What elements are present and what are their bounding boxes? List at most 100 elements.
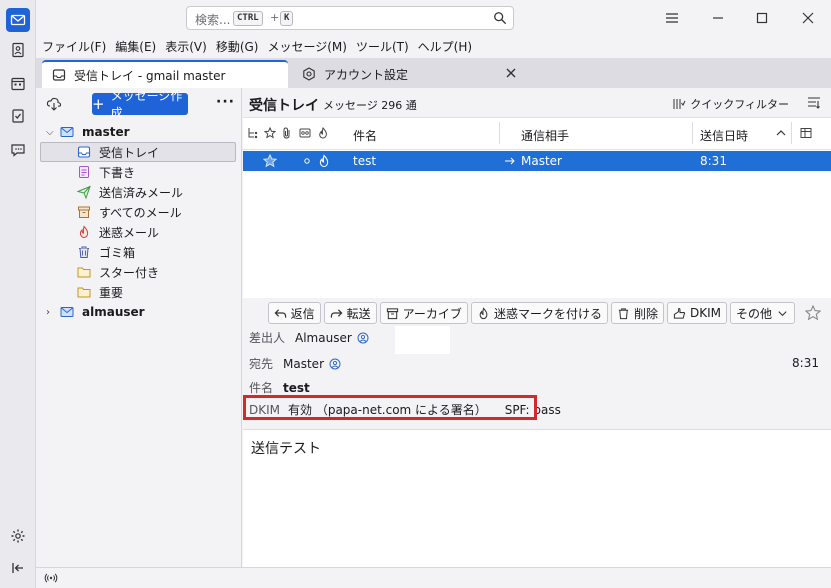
- read-dot-icon[interactable]: [300, 154, 314, 168]
- shortcut-key-k: K: [280, 11, 294, 26]
- trash-icon: [79, 246, 89, 258]
- menu-file[interactable]: ファイル(F): [42, 38, 106, 55]
- tab-account-settings[interactable]: アカウント設定: [292, 60, 540, 88]
- menu-go[interactable]: 移動(G): [216, 38, 259, 55]
- tab-inbox[interactable]: 受信トレイ - gmail master: [42, 60, 288, 88]
- to-value[interactable]: Master: [283, 357, 324, 371]
- mail-account-icon: [60, 127, 74, 137]
- tab-bar: 受信トレイ - gmail master アカウント設定: [36, 58, 831, 88]
- tasks-icon[interactable]: [6, 104, 30, 128]
- status-bar: [36, 567, 831, 588]
- mark-junk-label: 迷惑マークを付ける: [493, 306, 602, 321]
- settings-icon[interactable]: [6, 524, 30, 548]
- spaces-toolbar: [0, 0, 36, 588]
- star-icon[interactable]: [263, 154, 277, 168]
- display-options-icon[interactable]: [807, 96, 821, 110]
- thunderbird-window: 検索... CTRL + K ファイル(F) 編集(E) 表示(V) 移動(G)…: [0, 0, 831, 588]
- junk-column-icon[interactable]: [317, 127, 329, 139]
- attachment-column-icon[interactable]: [281, 127, 293, 139]
- global-search-input[interactable]: 検索... CTRL + K: [186, 6, 514, 30]
- more-button[interactable]: その他: [729, 302, 795, 324]
- folder-starred[interactable]: スター付き: [77, 262, 159, 282]
- column-divider[interactable]: [692, 122, 693, 144]
- quick-filter-button[interactable]: クイックフィルター: [672, 96, 789, 112]
- message-date: 8:31: [792, 356, 819, 370]
- column-subject[interactable]: 件名: [353, 127, 377, 144]
- menu-view[interactable]: 表示(V): [165, 38, 207, 55]
- table-row[interactable]: test Master 8:31: [243, 151, 831, 171]
- menu-tools[interactable]: ツール(T): [356, 38, 409, 55]
- filter-icon: [673, 99, 686, 109]
- mail-space-icon[interactable]: [6, 8, 30, 32]
- tab-account-settings-label: アカウント設定: [324, 67, 409, 82]
- to-label: 宛先: [249, 357, 274, 371]
- folder-sent[interactable]: 送信済みメール: [77, 182, 183, 202]
- dkim-hand-icon: [673, 307, 686, 319]
- folder-label: 送信済みメール: [99, 185, 184, 200]
- folder-all-mail[interactable]: すべてのメール: [77, 202, 182, 222]
- star-column-icon[interactable]: [264, 127, 276, 139]
- thread-column-icon[interactable]: [247, 127, 259, 139]
- from-value[interactable]: Almauser: [295, 331, 352, 345]
- junk-icon[interactable]: [317, 154, 331, 168]
- folder-trash[interactable]: ゴミ箱: [77, 242, 135, 262]
- menu-message[interactable]: メッセージ(M): [267, 38, 346, 55]
- menu-edit[interactable]: 編集(E): [115, 38, 156, 55]
- column-date[interactable]: 送信日時: [700, 127, 748, 144]
- menu-bar: ファイル(F) 編集(E) 表示(V) 移動(G) メッセージ(M) ツール(T…: [36, 36, 831, 56]
- account-almauser[interactable]: › almauser: [46, 302, 145, 322]
- folder-important[interactable]: 重要: [77, 282, 123, 302]
- junk-icon: [479, 306, 488, 319]
- sent-icon: [77, 185, 91, 199]
- search-icon[interactable]: [493, 11, 507, 25]
- column-correspondent[interactable]: 通信相手: [521, 127, 569, 144]
- row-subject: test: [353, 154, 377, 168]
- calendar-icon[interactable]: [6, 72, 30, 96]
- chat-icon[interactable]: [6, 138, 30, 162]
- app-menu-button[interactable]: [660, 6, 684, 30]
- column-divider[interactable]: [791, 122, 792, 144]
- folder-label: ゴミ箱: [99, 245, 136, 260]
- account-label: master: [82, 125, 130, 139]
- online-status-icon[interactable]: [44, 571, 58, 585]
- archive-label: アーカイブ: [402, 306, 462, 321]
- collapse-spaces-icon[interactable]: [6, 556, 30, 580]
- mail-account-icon: [60, 307, 74, 317]
- minimize-button[interactable]: [706, 6, 730, 30]
- get-messages-icon[interactable]: [46, 96, 62, 112]
- folder-pane-menu-icon[interactable]: ···: [216, 94, 235, 110]
- shortcut-key-ctrl: CTRL: [233, 11, 263, 26]
- contact-icon[interactable]: [329, 358, 341, 370]
- quick-filter-label: クイックフィルター: [690, 98, 789, 111]
- forward-button[interactable]: 転送: [323, 302, 377, 324]
- chevron-right-icon[interactable]: ›: [46, 307, 56, 318]
- maximize-button[interactable]: [750, 6, 774, 30]
- folder-label: スター付き: [99, 265, 160, 280]
- address-book-icon[interactable]: [6, 38, 30, 62]
- compose-label: メッセージ作成: [110, 89, 183, 120]
- folder-junk[interactable]: 迷惑メール: [77, 222, 159, 242]
- sort-ascending-icon[interactable]: [775, 127, 787, 139]
- close-tab-icon[interactable]: [504, 66, 518, 80]
- folder-label: 重要: [99, 285, 124, 300]
- mark-junk-button[interactable]: 迷惑マークを付ける: [470, 302, 608, 324]
- dkim-button[interactable]: DKIM: [666, 302, 727, 324]
- close-window-button[interactable]: [796, 6, 820, 30]
- read-status-column-icon[interactable]: [299, 127, 311, 139]
- reply-button[interactable]: 返信: [267, 302, 321, 324]
- chevron-down-icon[interactable]: ⌵: [46, 127, 56, 138]
- menu-help[interactable]: ヘルプ(H): [418, 38, 472, 55]
- folder-label: すべてのメール: [99, 205, 182, 220]
- folder-inbox[interactable]: 受信トレイ: [40, 142, 236, 162]
- from-label: 差出人: [249, 331, 286, 345]
- account-master[interactable]: ⌵ master: [46, 122, 130, 142]
- compose-button[interactable]: + メッセージ作成: [92, 89, 188, 120]
- archive-button[interactable]: アーカイブ: [379, 302, 468, 324]
- contact-icon[interactable]: [357, 332, 369, 344]
- row-correspondent: Master: [521, 154, 562, 168]
- column-divider[interactable]: [499, 122, 500, 144]
- star-icon[interactable]: [805, 305, 821, 321]
- folder-drafts[interactable]: 下書き: [77, 162, 135, 182]
- delete-button[interactable]: 削除: [610, 302, 664, 324]
- column-picker-icon[interactable]: [800, 127, 812, 139]
